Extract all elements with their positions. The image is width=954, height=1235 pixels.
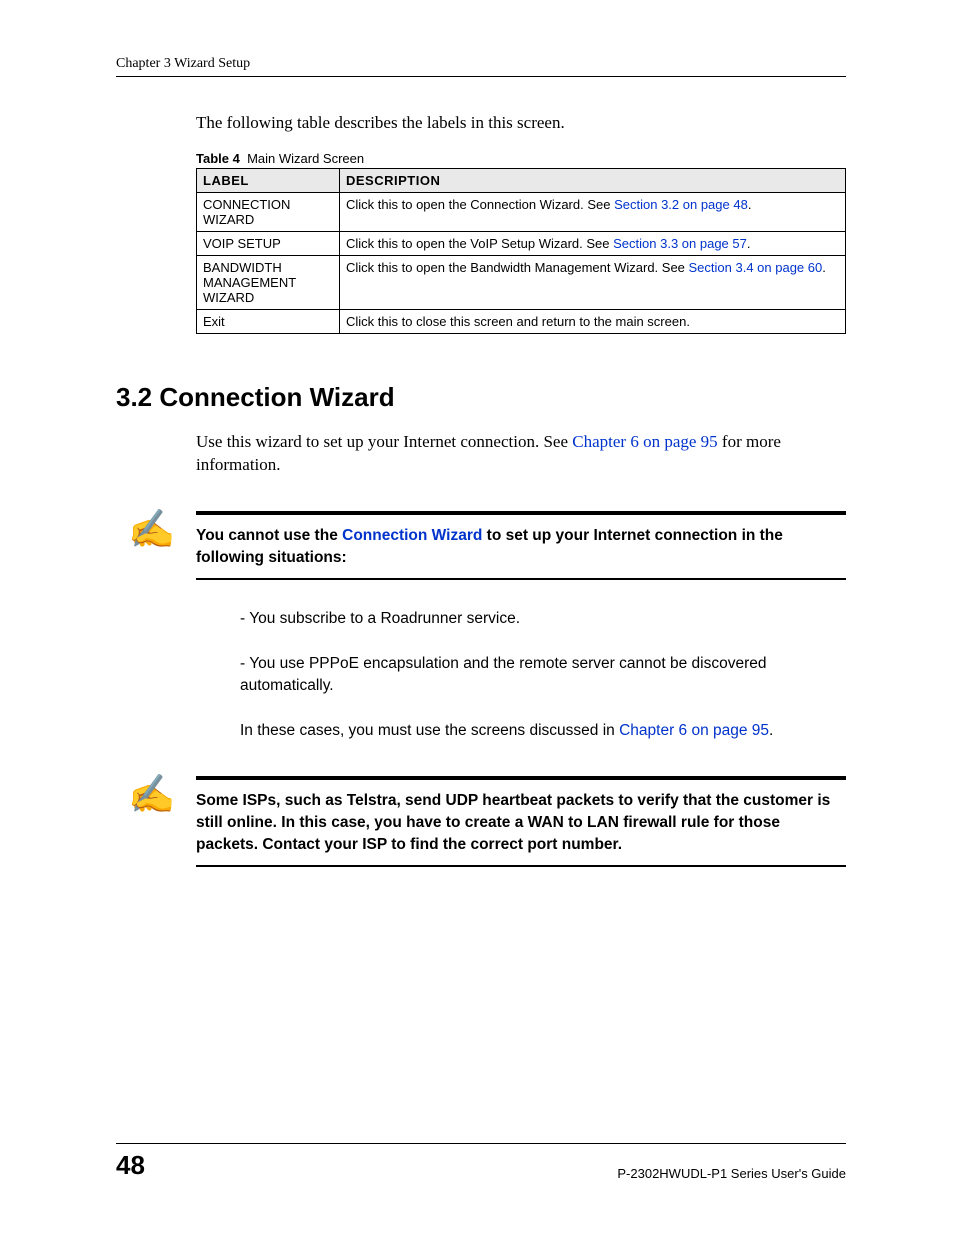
bullet-item: - You subscribe to a Roadrunner service. (240, 608, 846, 630)
closing-sentence: In these cases, you must use the screens… (240, 720, 846, 742)
note-details: - You subscribe to a Roadrunner service.… (240, 608, 846, 742)
row-label: CONNECTION WIZARD (197, 193, 340, 232)
col-header-label: LABEL (197, 169, 340, 193)
table-row: CONNECTION WIZARD Click this to open the… (197, 193, 846, 232)
doc-title: P-2302HWUDL-P1 Series User's Guide (617, 1166, 846, 1181)
note-rule-top (196, 511, 846, 515)
section-intro: Use this wizard to set up your Internet … (196, 431, 846, 477)
row-description: Click this to open the VoIP Setup Wizard… (340, 232, 846, 256)
header-rule (116, 76, 846, 77)
row-label: BANDWIDTH MANAGEMENT WIZARD (197, 256, 340, 310)
note-icon: ✍ (128, 776, 175, 814)
note-rule-top (196, 776, 846, 780)
note-text: Some ISPs, such as Telstra, send UDP hea… (196, 790, 846, 855)
bullet-item: - You use PPPoE encapsulation and the re… (240, 653, 846, 698)
xref-link[interactable]: Section 3.2 on page 48 (614, 197, 748, 212)
running-header: Chapter 3 Wizard Setup (116, 56, 846, 72)
page-number: 48 (116, 1150, 145, 1181)
xref-link[interactable]: Section 3.4 on page 60 (689, 260, 823, 275)
table-header-row: LABEL DESCRIPTION (197, 169, 846, 193)
row-label: VOIP SETUP (197, 232, 340, 256)
footer-rule (116, 1143, 846, 1144)
col-header-description: DESCRIPTION (340, 169, 846, 193)
note-text: You cannot use the Connection Wizard to … (196, 525, 846, 568)
table-row: VOIP SETUP Click this to open the VoIP S… (197, 232, 846, 256)
note-rule-bottom (196, 578, 846, 580)
section-heading: 3.2 Connection Wizard (116, 382, 846, 413)
table-title: Main Wizard Screen (247, 151, 364, 166)
main-wizard-table: LABEL DESCRIPTION CONNECTION WIZARD Clic… (196, 168, 846, 334)
table-caption: Table 4 Main Wizard Screen (196, 151, 846, 166)
xref-link[interactable]: Chapter 6 on page 95 (619, 722, 769, 739)
table-row: Exit Click this to close this screen and… (197, 310, 846, 334)
row-label: Exit (197, 310, 340, 334)
intro-paragraph: The following table describes the labels… (196, 113, 846, 133)
page: Chapter 3 Wizard Setup The following tab… (0, 0, 954, 1235)
row-description: Click this to close this screen and retu… (340, 310, 846, 334)
xref-link[interactable]: Chapter 6 on page 95 (572, 432, 717, 451)
row-description: Click this to open the Bandwidth Managem… (340, 256, 846, 310)
note-rule-bottom (196, 865, 846, 867)
note-block: ✍ You cannot use the Connection Wizard t… (196, 511, 846, 580)
table-number: Table 4 (196, 151, 240, 166)
row-description: Click this to open the Connection Wizard… (340, 193, 846, 232)
note-block: ✍ Some ISPs, such as Telstra, send UDP h… (196, 776, 846, 867)
page-footer: 48 P-2302HWUDL-P1 Series User's Guide (116, 1143, 846, 1181)
note-icon: ✍ (128, 511, 175, 549)
table-row: BANDWIDTH MANAGEMENT WIZARD Click this t… (197, 256, 846, 310)
xref-link[interactable]: Connection Wizard (342, 527, 482, 544)
xref-link[interactable]: Section 3.3 on page 57 (613, 236, 747, 251)
